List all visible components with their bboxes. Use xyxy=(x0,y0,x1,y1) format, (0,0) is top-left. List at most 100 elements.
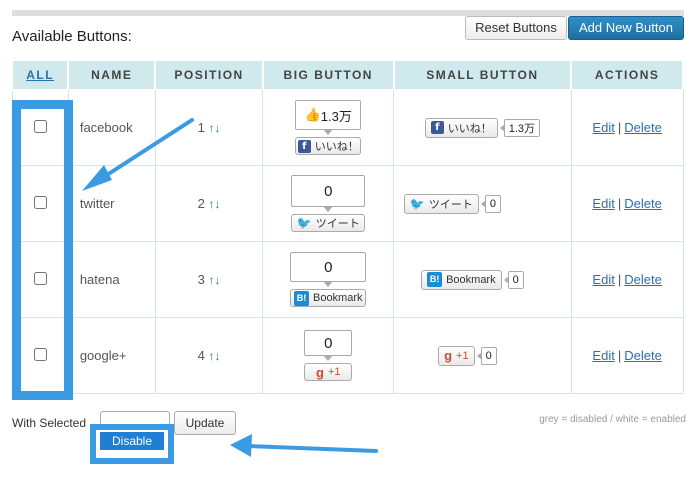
position-value: 1 xyxy=(197,120,205,135)
button-name: hatena xyxy=(67,241,156,318)
google-plus-icon: g xyxy=(316,364,324,380)
facebook-small-like-button: f いいね！ xyxy=(424,117,498,138)
big-count: 0 xyxy=(324,258,333,276)
delete-link[interactable]: Delete xyxy=(624,348,662,363)
small-label: いいね！ xyxy=(447,122,492,135)
big-count-box: 👍 1.3万 xyxy=(295,100,362,135)
row-checkbox[interactable] xyxy=(33,195,47,209)
small-count: 0 xyxy=(476,346,497,365)
checkbox-cell xyxy=(12,241,69,318)
checkbox-cell xyxy=(12,317,69,394)
table-header-row: ALL NAME POSITION BIG BUTTON SMALL BUTTO… xyxy=(12,60,684,90)
table-row: twitter 2 ↑↓ 0 🐦 ツイート 🐦 ツイート 0 Edit | Delete xyxy=(12,165,684,242)
big-count: 1.3万 xyxy=(320,108,352,124)
action-separator: | xyxy=(617,348,622,363)
delete-link[interactable]: Delete xyxy=(624,272,662,287)
google-plus-small-button: g +1 xyxy=(438,345,475,366)
action-separator: | xyxy=(617,272,622,287)
column-name: NAME xyxy=(67,60,157,90)
dropdown-option-disable[interactable]: Disable xyxy=(100,432,164,450)
actions-cell: Edit | Delete xyxy=(570,241,684,318)
small-count: 0 xyxy=(503,270,524,289)
table-row: facebook 1 ↑↓ 👍1.3万 fいいね！ fいいね！ 1.3万 xyxy=(12,89,684,166)
reorder-arrows-icon[interactable]: ↑↓ xyxy=(208,349,220,363)
small-count: 1.3万 xyxy=(499,118,541,137)
big-count-box: 0 xyxy=(304,330,353,361)
hatena-icon: B! xyxy=(427,272,443,287)
row-checkbox[interactable] xyxy=(33,271,47,285)
column-small-button: SMALL BUTTON xyxy=(393,60,573,90)
actions-cell: Edit | Delete xyxy=(570,89,684,166)
edit-link[interactable]: Edit xyxy=(592,348,614,363)
column-big-button: BIG BUTTON xyxy=(262,60,395,90)
tweet-small-button: 🐦 ツイート xyxy=(403,193,479,214)
edit-link[interactable]: Edit xyxy=(592,272,614,287)
position-value: 2 xyxy=(197,196,205,211)
bulk-action-dropdown: Disable xyxy=(90,424,174,464)
position-value: 3 xyxy=(197,272,205,287)
table-row: google+ 4 ↑↓ 0 g +1 g +1 0 Edit | Delete xyxy=(12,317,684,394)
big-button-preview: 👍 1.3万 f いいね！ xyxy=(262,89,395,166)
big-label: +1 xyxy=(327,366,341,378)
big-button-preview: 0 🐦 ツイート xyxy=(262,165,395,242)
button-name: twitter xyxy=(67,165,156,242)
twitter-bird-icon: 🐦 xyxy=(409,196,425,211)
big-label: Bookmark xyxy=(312,292,363,304)
small-button-preview: f いいね！ 1.3万 xyxy=(393,89,572,166)
action-separator: | xyxy=(617,120,622,135)
tweet-button: 🐦 ツイート xyxy=(291,214,366,232)
reset-buttons-button[interactable]: Reset Buttons xyxy=(465,16,567,40)
big-label: いいね！ xyxy=(314,141,359,153)
facebook-icon: f xyxy=(430,121,444,134)
twitter-bird-icon: 🐦 xyxy=(296,216,312,230)
small-label: ツイート xyxy=(428,198,473,211)
button-name: google+ xyxy=(67,317,156,394)
checkbox-cell xyxy=(12,89,69,166)
position-cell: 3 ↑↓ xyxy=(154,241,264,318)
column-actions: ACTIONS xyxy=(570,60,684,90)
big-count-box: 0 xyxy=(290,252,367,287)
big-button-preview: 0 B! Bookmark xyxy=(262,241,395,318)
position-value: 4 xyxy=(197,348,205,363)
edit-link[interactable]: Edit xyxy=(592,196,614,211)
google-plus-one-button: g +1 xyxy=(304,363,353,381)
update-button[interactable]: Update xyxy=(174,411,236,435)
google-plus-icon: g xyxy=(444,348,453,363)
big-count: 0 xyxy=(324,182,333,200)
add-new-button[interactable]: Add New Button xyxy=(568,16,684,40)
edit-link[interactable]: Edit xyxy=(592,120,614,135)
row-checkbox[interactable] xyxy=(33,119,47,133)
row-checkbox[interactable] xyxy=(33,347,47,361)
position-cell: 4 ↑↓ xyxy=(154,317,264,394)
buttons-table: ALL NAME POSITION BIG BUTTON SMALL BUTTO… xyxy=(12,60,684,394)
actions-cell: Edit | Delete xyxy=(570,165,684,242)
small-label: +1 xyxy=(456,349,469,362)
small-button-preview: g +1 0 xyxy=(393,317,572,394)
reorder-arrows-icon[interactable]: ↑↓ xyxy=(208,273,220,287)
column-position: POSITION xyxy=(154,60,264,90)
small-button-preview: 🐦 ツイート 0 xyxy=(393,165,572,242)
small-label: Bookmark xyxy=(446,273,496,286)
hatena-icon: B! xyxy=(293,290,309,306)
position-cell: 2 ↑↓ xyxy=(154,165,264,242)
small-count: 0 xyxy=(480,194,501,213)
column-all: ALL xyxy=(12,60,70,90)
big-count: 0 xyxy=(324,334,333,352)
hatena-small-button: B! Bookmark xyxy=(421,269,502,290)
delete-link[interactable]: Delete xyxy=(624,120,662,135)
action-separator: | xyxy=(617,196,622,211)
big-label: ツイート xyxy=(315,218,360,230)
thumbs-up-icon: 👍 xyxy=(304,107,321,122)
small-button-preview: B! Bookmark 0 xyxy=(393,241,572,318)
reorder-arrows-icon[interactable]: ↑↓ xyxy=(208,197,220,211)
button-name: facebook xyxy=(67,89,156,166)
checkbox-cell xyxy=(12,165,69,242)
actions-cell: Edit | Delete xyxy=(570,317,684,394)
with-selected-label: With Selected xyxy=(12,416,87,430)
page-title: Available Buttons: xyxy=(12,28,132,45)
select-all-link[interactable]: ALL xyxy=(26,68,54,82)
delete-link[interactable]: Delete xyxy=(624,196,662,211)
hatena-bookmark-button: B! Bookmark xyxy=(290,289,367,307)
reorder-arrows-icon[interactable]: ↑↓ xyxy=(208,121,220,135)
facebook-icon: f xyxy=(297,139,311,153)
